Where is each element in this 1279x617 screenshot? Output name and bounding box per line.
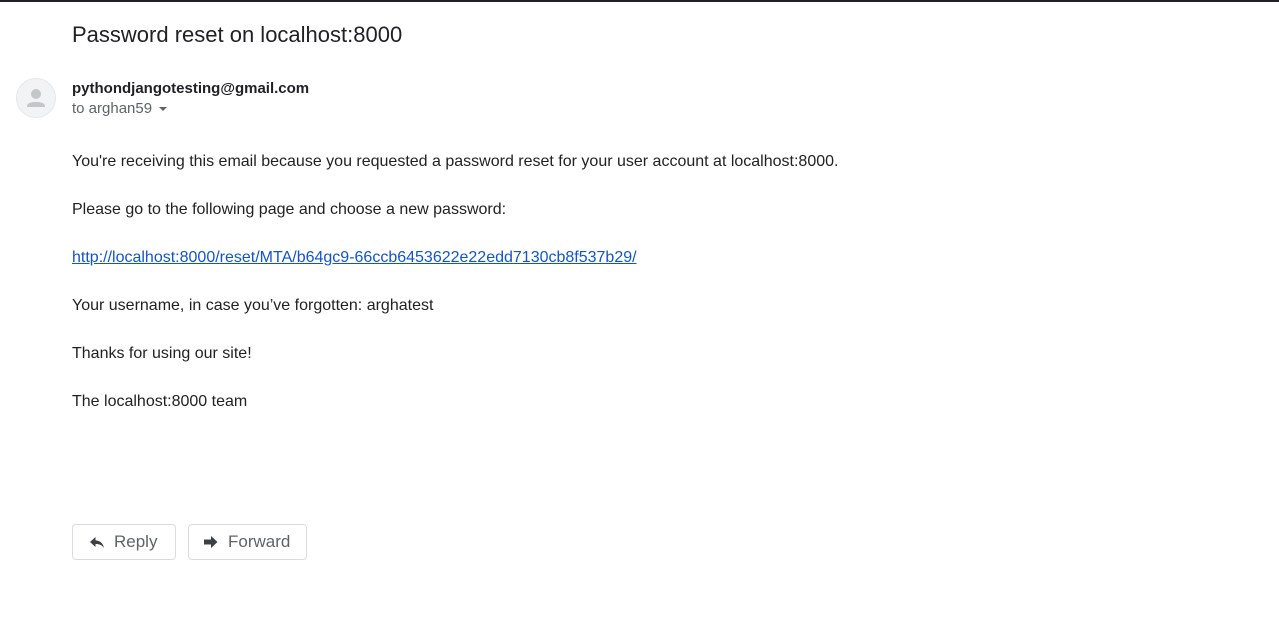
- forward-button[interactable]: Forward: [188, 524, 307, 560]
- reply-button-label: Reply: [114, 532, 158, 551]
- person-icon: [27, 89, 45, 107]
- reset-link-paragraph: http://localhost:8000/reset/MTA/b64gc9-6…: [72, 249, 637, 267]
- reply-arrow-icon: [90, 537, 104, 548]
- forward-button-label: Forward: [228, 532, 291, 551]
- body-paragraph-thanks: Thanks for using our site!: [72, 345, 252, 362]
- chevron-down-icon[interactable]: [159, 107, 168, 111]
- body-paragraph-username: Your username, in case you’ve forgotten:…: [72, 297, 434, 314]
- recipient-line: to arghan59: [72, 100, 168, 117]
- body-paragraph-instruction: Please go to the following page and choo…: [72, 201, 507, 218]
- body-paragraph-signature: The localhost:8000 team: [72, 393, 248, 410]
- sender-email[interactable]: pythondjangotesting@gmail.com: [72, 80, 309, 97]
- forward-arrow-icon: [204, 536, 218, 548]
- body-paragraph-intro: You're receiving this email because you …: [72, 153, 839, 170]
- email-subject: Password reset on localhost:8000: [72, 22, 403, 47]
- password-reset-link[interactable]: http://localhost:8000/reset/MTA/b64gc9-6…: [72, 249, 637, 266]
- recipient-label: to arghan59: [72, 100, 153, 117]
- reply-button[interactable]: Reply: [72, 524, 176, 560]
- sender-avatar[interactable]: [16, 78, 56, 118]
- window-top-border: [0, 0, 1279, 2]
